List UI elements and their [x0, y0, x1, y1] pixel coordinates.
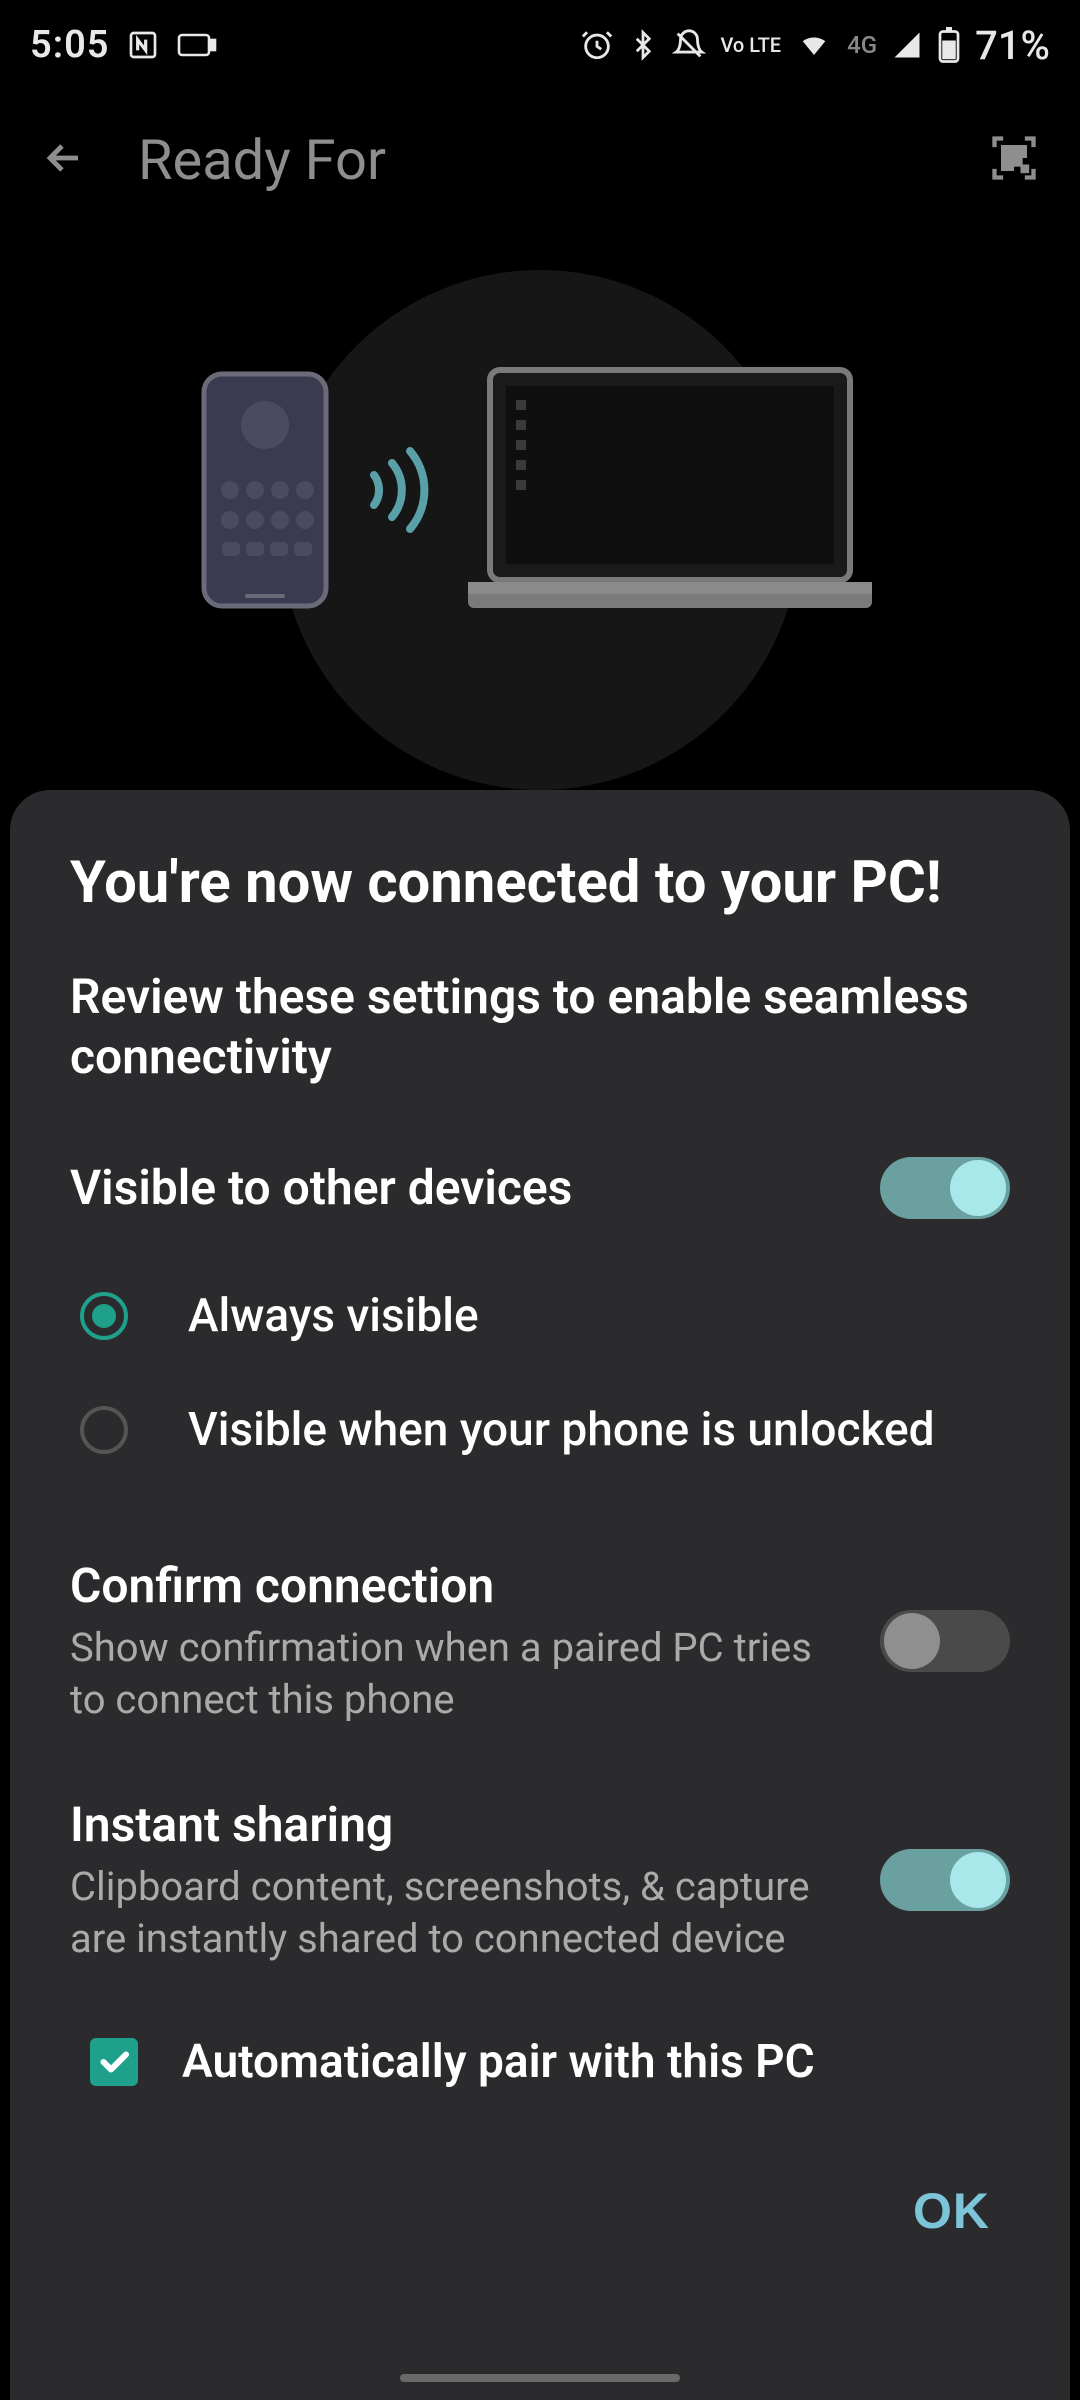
status-time: 5:05: [30, 23, 109, 67]
radio-label: Visible when your phone is unlocked: [188, 1403, 935, 1457]
ok-button[interactable]: OK: [913, 2182, 990, 2240]
dnd-icon: [672, 28, 706, 62]
visibility-radio-group: Always visible Visible when your phone i…: [70, 1259, 1010, 1487]
connection-sheet: You're now connected to your PC! Review …: [10, 790, 1070, 2400]
battery-saver-icon: [177, 31, 217, 59]
status-bar: 5:05 Vo LTE 4G: [0, 0, 1080, 90]
radio-icon: [80, 1292, 128, 1340]
radio-always-visible[interactable]: Always visible: [70, 1259, 1010, 1373]
bluetooth-icon: [628, 28, 658, 62]
confirm-toggle[interactable]: [880, 1610, 1010, 1672]
phone-icon: [200, 370, 330, 610]
checkbox-icon: [90, 2038, 138, 2086]
laptop-icon: [460, 360, 880, 620]
volte-text: Vo LTE: [720, 36, 781, 54]
sheet-title: You're now connected to your PC!: [70, 850, 1010, 917]
wifi-icon: [795, 30, 833, 60]
radio-label: Always visible: [188, 1289, 479, 1343]
alarm-icon: [580, 28, 614, 62]
volte-icon: Vo LTE: [720, 36, 781, 54]
visible-label: Visible to other devices: [70, 1159, 572, 1216]
hero-illustration: [0, 230, 1080, 750]
network-label: 4G: [847, 31, 877, 59]
qr-scan-icon[interactable]: [988, 132, 1040, 188]
cast-waves-icon: [360, 445, 430, 535]
radio-visible-when-unlocked[interactable]: Visible when your phone is unlocked: [70, 1373, 1010, 1487]
instant-desc: Clipboard content, screenshots, & captur…: [70, 1861, 850, 1965]
keyboard-icon: [127, 29, 159, 61]
autopair-row[interactable]: Automatically pair with this PC: [70, 2035, 1010, 2089]
confirm-label: Confirm connection: [70, 1557, 850, 1614]
instant-label: Instant sharing: [70, 1796, 850, 1853]
confirm-desc: Show confirmation when a paired PC tries…: [70, 1622, 850, 1726]
signal-icon: [891, 30, 923, 60]
back-icon[interactable]: [40, 134, 88, 186]
battery-icon: [937, 27, 961, 63]
app-bar: Ready For: [0, 90, 1080, 230]
app-title: Ready For: [138, 127, 938, 193]
sheet-subtitle: Review these settings to enable seamless…: [70, 967, 1010, 1087]
battery-percent: 71%: [975, 22, 1050, 69]
radio-icon: [80, 1406, 128, 1454]
autopair-label: Automatically pair with this PC: [182, 2035, 815, 2089]
nav-handle[interactable]: [400, 2374, 680, 2382]
visible-toggle[interactable]: [880, 1157, 1010, 1219]
instant-toggle[interactable]: [880, 1849, 1010, 1911]
